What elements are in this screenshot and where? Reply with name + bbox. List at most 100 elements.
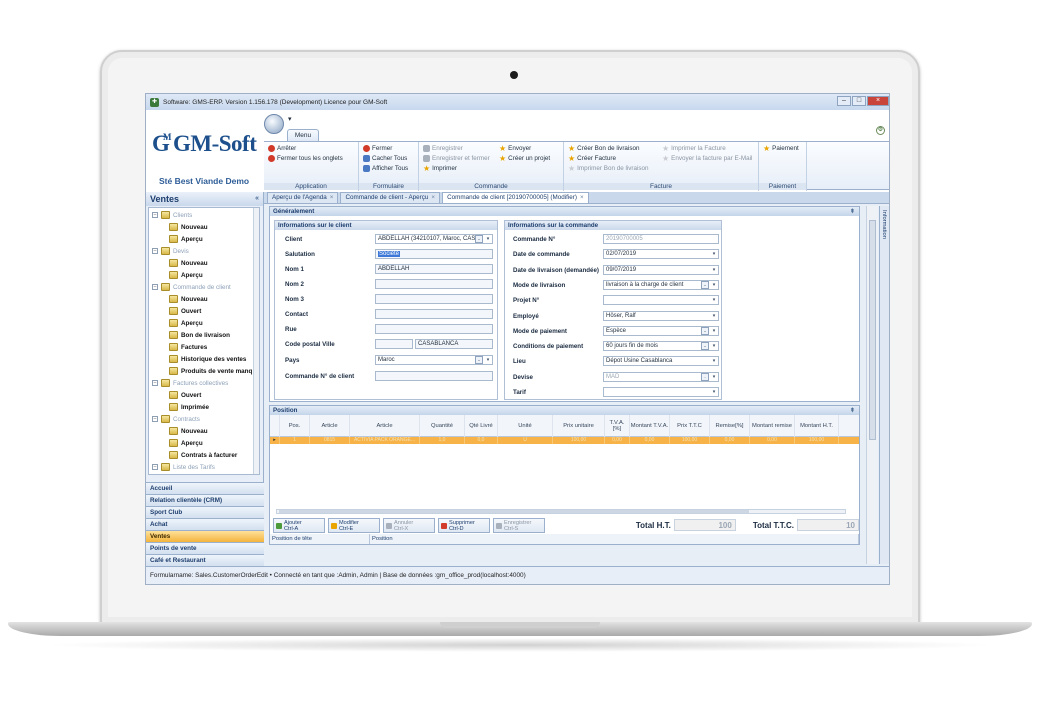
collapse-icon[interactable]: ⇞ — [850, 406, 855, 415]
column-header[interactable]: Prix unitaire — [553, 415, 605, 437]
nav-item[interactable]: Relation clientèle (CRM) — [146, 494, 264, 506]
payment-button[interactable]: ★ Paiement — [763, 145, 799, 153]
tree-item[interactable]: – Commande de client — [152, 283, 231, 291]
field-input[interactable]: ABDELLAH — [375, 264, 493, 274]
table-cell[interactable]: 100,00 — [795, 437, 839, 444]
field-input[interactable]: Espèce.. ▾ — [603, 325, 719, 336]
column-header[interactable]: Pos. — [280, 415, 310, 437]
chevron-down-icon[interactable]: ▾ — [710, 342, 718, 350]
browse-button[interactable]: .. — [701, 326, 709, 335]
tree-item[interactable]: Bon de livraison — [169, 331, 230, 339]
show-all-button[interactable]: Afficher Tous — [363, 165, 408, 172]
tree-item[interactable]: Nouveau — [169, 223, 208, 231]
table-row[interactable]: ▸ 1 0815 ACTIVIA PACK ORANGE... 1,0 0,0 U 100,0… — [270, 437, 859, 444]
tree-item[interactable]: Nouveau — [169, 259, 208, 267]
create-project-button[interactable]: ★ Créer un projet — [499, 155, 550, 163]
close-form-button[interactable]: Fermer — [363, 145, 392, 152]
field-input[interactable]: ▾ — [603, 295, 719, 306]
create-delivery-button[interactable]: ★ Créer Bon de livraison — [568, 145, 639, 153]
chevron-down-icon[interactable]: ▾ — [710, 388, 718, 396]
chevron-down-icon[interactable]: ▾ — [710, 327, 718, 335]
print-invoice-button[interactable]: ★ Imprimer la Facture — [662, 145, 726, 153]
tree-item[interactable]: Contrats à facturer — [169, 451, 237, 459]
print-delivery-button[interactable]: ★ Imprimer Bon de livraison — [568, 165, 649, 173]
table-cell[interactable]: ACTIVIA PACK ORANGE... — [350, 437, 420, 444]
column-header[interactable]: Article — [310, 415, 350, 437]
stop-button[interactable]: Arrêter — [268, 145, 296, 152]
hide-all-button[interactable]: Cacher Tous — [363, 155, 407, 162]
tree-item[interactable]: – Factures collectives — [152, 379, 228, 387]
tree-item[interactable]: Produits de vente manq — [169, 367, 252, 375]
chevron-down-icon[interactable]: ▾ — [710, 296, 718, 304]
chevron-down-icon[interactable]: ▾ — [484, 356, 492, 364]
table-cell[interactable]: 0,00 — [710, 437, 750, 444]
scroll-thumb[interactable] — [869, 220, 876, 440]
tree-scrollbar[interactable] — [253, 208, 259, 474]
column-header[interactable]: Unité — [498, 415, 553, 437]
browse-button[interactable]: .. — [475, 235, 483, 243]
save-row-button[interactable]: Enregistrer Ctrl-S — [493, 517, 545, 533]
save-button[interactable]: Enregistrer — [423, 145, 463, 152]
column-header[interactable]: Prix T.T.C — [670, 415, 710, 437]
postal-code-input[interactable] — [375, 339, 413, 349]
field-input[interactable]: Höser, Ralf ▾ — [603, 310, 719, 321]
expand-icon[interactable]: – — [152, 284, 158, 290]
delete-button[interactable]: Supprimer Ctrl-D — [438, 517, 490, 533]
field-input[interactable]: 09/07/2019 ▾ — [603, 264, 719, 275]
column-header[interactable]: Quantité — [420, 415, 465, 437]
tree-item[interactable]: Factures — [169, 343, 207, 351]
application-orb[interactable] — [264, 114, 284, 134]
tree-item[interactable]: Aperçu — [169, 235, 203, 243]
tree-item[interactable]: Aperçu — [169, 319, 203, 327]
field-input[interactable]: Maroc.. ▾ — [375, 355, 493, 365]
expand-icon[interactable]: – — [152, 212, 158, 218]
cancel-button[interactable]: Annuler Ctrl-X — [383, 517, 435, 533]
chevron-down-icon[interactable]: ▾ — [710, 250, 718, 258]
field-input[interactable]: CASABLANCA — [415, 339, 493, 349]
scroll-thumb[interactable] — [279, 510, 749, 513]
field-input[interactable]: ABDELLAH (34210107, Maroc, CASA.. ▾ — [375, 234, 493, 244]
chevron-down-icon[interactable]: ▾ — [710, 373, 718, 381]
nav-item[interactable]: Points de vente — [146, 542, 264, 554]
document-tab[interactable]: Aperçu de l'Agenda × — [267, 192, 339, 203]
quick-access-icon[interactable]: ▾ — [288, 115, 292, 123]
tree-item[interactable]: Aperçu — [169, 271, 203, 279]
field-input[interactable] — [375, 294, 493, 304]
expand-icon[interactable]: – — [152, 416, 158, 422]
column-header[interactable]: Qté Livré — [465, 415, 498, 437]
expand-icon[interactable]: – — [152, 380, 158, 386]
chevron-down-icon[interactable]: ▾ — [484, 235, 492, 243]
nav-item[interactable]: Achat — [146, 518, 264, 530]
print-button[interactable]: ★ Imprimer — [423, 165, 457, 173]
document-tab[interactable]: Commande de client [20190700005] (Modifi… — [442, 192, 589, 203]
information-strip[interactable]: Information — [879, 206, 889, 564]
field-input[interactable]: ▾ — [603, 387, 719, 397]
table-cell[interactable]: U — [498, 437, 553, 444]
maximize-button[interactable]: □ — [852, 96, 866, 106]
column-header[interactable]: Montant H.T. — [795, 415, 839, 437]
collapse-icon[interactable]: ⇞ — [850, 207, 855, 216]
chevron-down-icon[interactable]: ▾ — [710, 312, 718, 320]
close-tab-icon[interactable]: × — [330, 194, 334, 201]
tree-item[interactable]: Nouveau — [169, 427, 208, 435]
tree-item[interactable]: – Devis — [152, 247, 189, 255]
tree-item[interactable]: Imprimée — [169, 403, 209, 411]
main-vertical-scrollbar[interactable] — [866, 206, 878, 564]
nav-item[interactable]: Café et Restaurant — [146, 554, 264, 566]
column-header[interactable]: Article — [350, 415, 420, 437]
tree-item[interactable]: Nouveau — [169, 295, 208, 303]
field-input[interactable]: livraison à la charge de client.. ▾ — [603, 279, 719, 290]
edit-button[interactable]: Modifier Ctrl-E — [328, 517, 380, 533]
tree-item[interactable]: Historique des ventes — [169, 355, 246, 363]
expand-icon[interactable]: – — [152, 248, 158, 254]
column-header[interactable]: Remise[%] — [710, 415, 750, 437]
table-cell[interactable]: 0,00 — [605, 437, 630, 444]
browse-button[interactable]: .. — [701, 372, 709, 381]
table-cell[interactable]: 1 — [280, 437, 310, 444]
table-cell[interactable]: 100,00 — [553, 437, 605, 444]
close-tab-icon[interactable]: × — [580, 194, 584, 201]
table-cell[interactable]: 0815 — [310, 437, 350, 444]
browse-button[interactable]: .. — [701, 342, 709, 351]
field-input[interactable]: 02/07/2019 ▾ — [603, 249, 719, 260]
close-all-tabs-button[interactable]: Fermer tous les onglets — [268, 155, 343, 162]
